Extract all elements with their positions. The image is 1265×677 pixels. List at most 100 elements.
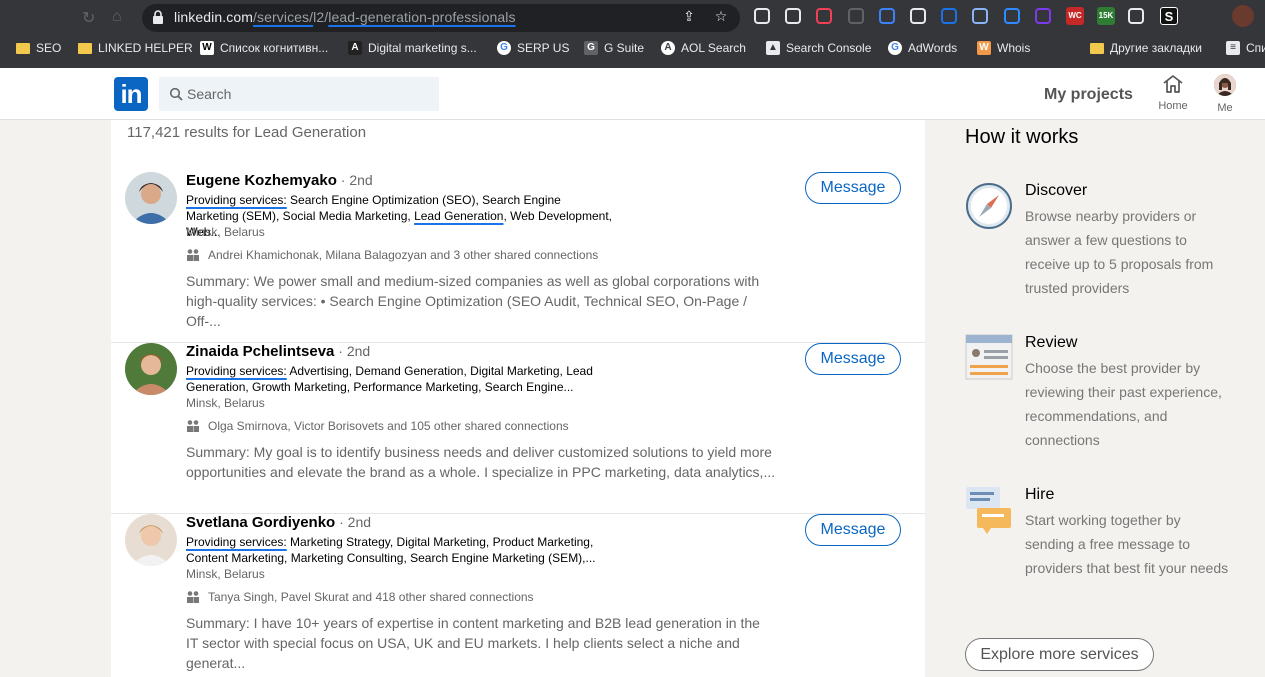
provider-name[interactable]: Eugene Kozhemyako: [186, 172, 337, 189]
nav-me-label: Me: [1217, 102, 1233, 114]
people-icon: [187, 420, 199, 432]
google-icon: G: [888, 41, 902, 55]
linkedin-header: in My projects Home Me: [0, 68, 1265, 120]
bookmark-item[interactable]: G SERP US: [497, 41, 569, 55]
bookmark-item[interactable]: ≡ Спи: [1226, 41, 1265, 55]
nav-home-label: Home: [1158, 100, 1188, 112]
folder-icon: [16, 42, 30, 54]
search-console-icon: ▲: [766, 41, 780, 55]
provider-summary: Summary: I have 10+ years of expertise i…: [186, 615, 760, 671]
step-title: Discover: [1025, 182, 1088, 199]
message-button[interactable]: Message: [805, 343, 901, 375]
provider-card: Eugene Kozhemyako · 2nd Providing servic…: [111, 172, 925, 343]
bookmark-label: G Suite: [604, 41, 645, 55]
whois-icon: W: [977, 41, 991, 55]
bookmarks-bar: SEO LINKED HELPER W Список когнитивн... A Dig…: [0, 36, 1265, 62]
provider-card: Svetlana Gordiyenko · 2nd Providing serv…: [111, 514, 925, 677]
browser-chrome: ↻ ⌂ linkedin.com/services/l2/lead-genera…: [0, 0, 1265, 68]
shared-connections[interactable]: Olga Smirnova, Victor Borisovets and 105…: [186, 419, 569, 433]
home-icon: [1163, 75, 1183, 93]
providing-services-label: Providing services:: [186, 193, 287, 207]
provider-name[interactable]: Zinaida Pchelintseva: [186, 343, 334, 360]
ext-icon-play[interactable]: [941, 8, 957, 24]
ext-icon-code[interactable]: [848, 8, 864, 24]
ext-icon-x[interactable]: [910, 8, 926, 24]
bookmark-label: Whois: [997, 41, 1031, 55]
bookmark-item[interactable]: G AdWords: [888, 41, 957, 55]
message-button[interactable]: Message: [805, 514, 901, 546]
gsuite-icon: G: [584, 41, 598, 55]
search-icon: [169, 87, 183, 101]
nav-home[interactable]: Home: [1153, 74, 1193, 112]
provider-avatar[interactable]: [125, 514, 177, 566]
ext-icon-s[interactable]: S: [1160, 7, 1178, 25]
bookmark-label: Digital marketing s...: [368, 41, 477, 55]
my-projects-link[interactable]: My projects: [1044, 86, 1133, 104]
provider-avatar[interactable]: [125, 172, 177, 224]
step-desc: Choose the best provider by reviewing th…: [1025, 360, 1222, 448]
linkedin-logo[interactable]: in: [114, 77, 148, 111]
bookmark-item[interactable]: SEO: [16, 41, 61, 55]
provider-name[interactable]: Svetlana Gordiyenko: [186, 514, 335, 531]
provider-name-row: Eugene Kozhemyako · 2nd: [186, 172, 373, 189]
people-icon: [187, 249, 199, 261]
bookmark-item[interactable]: A AOL Search: [661, 41, 746, 55]
ext-icon-purple[interactable]: [1035, 8, 1051, 24]
provider-summary: Summary: My goal is to identify business…: [186, 444, 776, 480]
provider-avatar[interactable]: [125, 343, 177, 395]
ext-icon-qr[interactable]: [785, 8, 801, 24]
services-text: Lead Generation: [414, 209, 504, 223]
step-title: Review: [1025, 334, 1078, 351]
google-icon: G: [497, 41, 511, 55]
shared-connections[interactable]: Andrei Khamichonak, Milana Balagozyan an…: [186, 248, 598, 262]
ext-icon-link[interactable]: [972, 8, 988, 24]
how-it-works-title: How it works: [965, 126, 1079, 148]
providing-services-label: Providing services:: [186, 535, 287, 549]
chat-bubbles-icon: [966, 487, 1011, 534]
compass-icon: [966, 183, 1012, 229]
message-button[interactable]: Message: [805, 172, 901, 204]
connection-degree: · 2nd: [336, 172, 373, 188]
explore-more-services-button[interactable]: Explore more services: [965, 638, 1154, 671]
shared-connections-text: Tanya Singh, Pavel Skurat and 418 other …: [208, 590, 534, 604]
ext-icon-blue[interactable]: [879, 8, 895, 24]
results-count: 117,421 results for Lead Generation: [127, 124, 367, 141]
ext-icon-15k[interactable]: 15K: [1097, 7, 1115, 25]
lock-icon[interactable]: [152, 10, 164, 24]
profile-avatar[interactable]: [1232, 5, 1254, 27]
star-icon[interactable]: ☆: [712, 8, 730, 25]
provider-services: Providing services: Marketing Strategy, …: [186, 534, 616, 566]
bookmark-item[interactable]: W Whois: [977, 41, 1030, 55]
wikipedia-icon: W: [200, 41, 214, 55]
bookmark-item[interactable]: Другие закладки: [1090, 41, 1202, 55]
bookmark-item[interactable]: A Digital marketing s...: [348, 41, 477, 55]
nav-me[interactable]: Me: [1205, 74, 1245, 114]
shared-connections[interactable]: Tanya Singh, Pavel Skurat and 418 other …: [186, 590, 534, 604]
ext-icon-puzzle[interactable]: [1128, 8, 1144, 24]
search-input[interactable]: [187, 77, 427, 111]
argo-icon: A: [348, 41, 362, 55]
bookmark-item[interactable]: ▲ Search Console: [766, 41, 871, 55]
reload-icon[interactable]: ↻: [82, 8, 95, 28]
provider-card: Zinaida Pchelintseva · 2nd Providing ser…: [111, 343, 925, 514]
ext-icon-wc[interactable]: WC: [1066, 7, 1084, 25]
ext-icon-pocket[interactable]: [816, 8, 832, 24]
bookmark-item[interactable]: G G Suite: [584, 41, 644, 55]
provider-location: Minsk, Belarus: [186, 225, 265, 239]
list-icon: ≡: [1226, 41, 1240, 55]
home-browser-icon[interactable]: ⌂: [112, 8, 122, 26]
ext-icon-zoom[interactable]: [1004, 8, 1020, 24]
search-box[interactable]: [159, 77, 439, 111]
bookmark-label: Search Console: [786, 41, 872, 55]
bookmark-label: Список когнитивн...: [220, 41, 329, 55]
providing-services-label: Providing services:: [186, 364, 287, 378]
step-discover: Discover Browse nearby providers or answ…: [965, 182, 1235, 322]
share-icon[interactable]: ⇪: [680, 8, 698, 25]
provider-name-row: Svetlana Gordiyenko · 2nd: [186, 514, 371, 531]
bookmark-item[interactable]: LINKED HELPER: [78, 41, 193, 55]
ext-icon-1[interactable]: [754, 8, 770, 24]
bookmark-item[interactable]: W Список когнитивн...: [200, 41, 328, 55]
bookmark-label: AdWords: [908, 41, 958, 55]
url-text[interactable]: linkedin.com/services/l2/lead-generation…: [174, 9, 516, 25]
bookmark-label: Другие закладки: [1110, 41, 1202, 55]
